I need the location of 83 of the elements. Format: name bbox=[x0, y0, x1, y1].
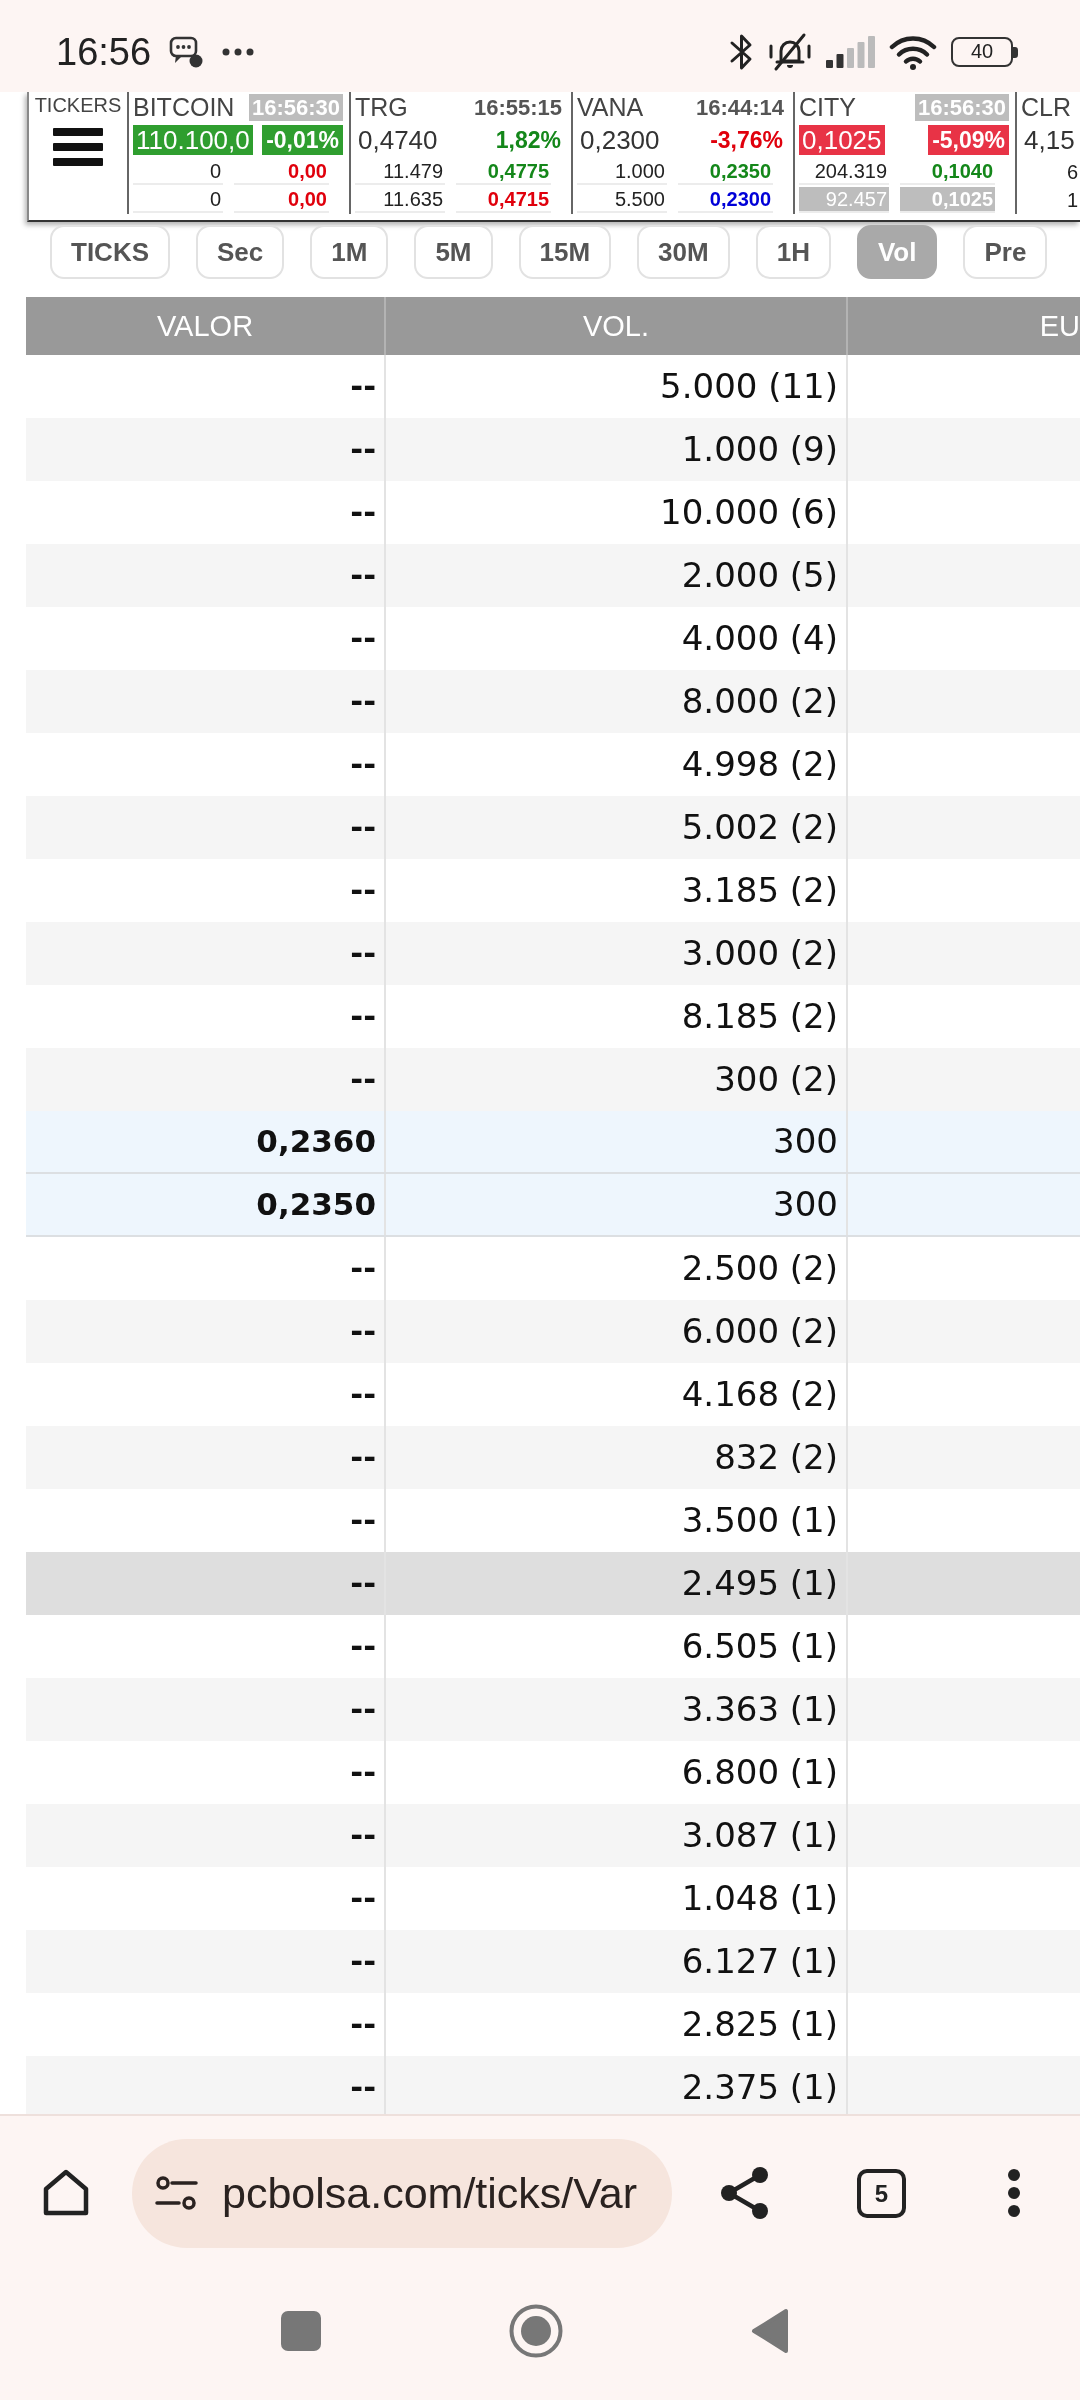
table-row[interactable]: -- 6.000 (2) bbox=[26, 1300, 1080, 1363]
ticker-name[interactable]: BITCOIN bbox=[133, 92, 235, 122]
interval-tab[interactable]: TICKS bbox=[50, 225, 170, 279]
table-row[interactable]: -- 2.375 (1) bbox=[26, 2056, 1080, 2114]
quote-price: 0,4775 bbox=[456, 159, 551, 185]
square-icon[interactable] bbox=[281, 2311, 321, 2351]
wifi-icon bbox=[889, 34, 937, 70]
price-change: -0,01% bbox=[262, 125, 343, 155]
table-row[interactable]: -- 3.000 (2) bbox=[26, 922, 1080, 985]
quote-volume: 6 bbox=[1065, 160, 1079, 184]
quote-price: 0,2300 bbox=[678, 187, 773, 213]
quote-volume: 0 bbox=[133, 187, 223, 213]
price-change: 1,82% bbox=[494, 126, 562, 155]
ticker-name[interactable]: CLR bbox=[1021, 92, 1071, 122]
last-price: 0,4740 bbox=[357, 125, 439, 155]
quote-volume: 5.500 bbox=[577, 187, 667, 213]
price-change: -5,09% bbox=[928, 125, 1009, 155]
interval-tab[interactable]: Sec bbox=[196, 225, 285, 279]
table-row[interactable]: -- 6.127 (1) bbox=[26, 1930, 1080, 1993]
sliders-icon[interactable] bbox=[155, 2175, 198, 2211]
clock-time: 16:56 bbox=[56, 33, 152, 71]
quote-volume: 1 bbox=[1065, 188, 1079, 212]
ticker-name[interactable]: TRG bbox=[355, 92, 408, 122]
table-row[interactable]: -- 8.000 (2) bbox=[26, 670, 1080, 733]
quote-volume: 92.457 bbox=[799, 187, 889, 213]
quote-price: 0,4715 bbox=[456, 187, 551, 213]
table-cell: 300 bbox=[386, 1174, 848, 1235]
ticker-name[interactable]: VANA bbox=[577, 92, 644, 122]
table-row[interactable]: 0,2350 300 bbox=[26, 1174, 1080, 1237]
update-time: 16:56:30 bbox=[914, 93, 1009, 121]
last-price: 0,1025 bbox=[799, 125, 885, 155]
quote-volume: 11.635 bbox=[355, 187, 445, 213]
price-change: -3,76% bbox=[709, 126, 784, 155]
table-row[interactable]: -- 5.002 (2) bbox=[26, 796, 1080, 859]
quote-price: 0,00 bbox=[234, 187, 329, 213]
tickers-label: TICKERS bbox=[34, 93, 122, 118]
circle-icon[interactable] bbox=[509, 2304, 563, 2358]
table-row[interactable]: -- 2.495 (1) bbox=[26, 1552, 1080, 1615]
home-icon[interactable] bbox=[41, 2168, 91, 2218]
quote-price: 0,1040 bbox=[900, 159, 995, 185]
table-row[interactable]: -- 3.087 (1) bbox=[26, 1804, 1080, 1867]
interval-tab[interactable]: 30M bbox=[637, 225, 730, 279]
bluetooth-icon bbox=[729, 32, 754, 72]
last-price: 4,15 bbox=[1023, 125, 1076, 155]
interval-tab[interactable]: 5M bbox=[414, 225, 493, 279]
table-row[interactable]: -- 3.363 (1) bbox=[26, 1678, 1080, 1741]
table-row[interactable]: 0,2360 300 bbox=[26, 1111, 1080, 1174]
table-cell: 300 bbox=[386, 1111, 848, 1172]
table-row[interactable]: -- 1.000 (9) bbox=[26, 418, 1080, 481]
share-icon[interactable] bbox=[720, 2166, 770, 2220]
table-row[interactable]: -- 2.000 (5) bbox=[26, 544, 1080, 607]
table-row[interactable]: -- 832 (2) bbox=[26, 1426, 1080, 1489]
tab-switcher-button[interactable]: 5 bbox=[857, 2168, 906, 2218]
more-dots-icon bbox=[222, 48, 255, 56]
quote-volume: 0 bbox=[133, 159, 223, 185]
table-cell: 0,2350 bbox=[26, 1174, 386, 1235]
quote-price: 0,2350 bbox=[678, 159, 773, 185]
back-icon[interactable] bbox=[751, 2308, 789, 2354]
update-time: 16:56:30 bbox=[248, 93, 343, 121]
last-price: 0,2300 bbox=[579, 125, 661, 155]
update-time: 16:55:15 bbox=[472, 93, 563, 121]
muted-bell-icon bbox=[768, 32, 812, 72]
more-options-icon[interactable] bbox=[1007, 2168, 1021, 2218]
table-row[interactable]: -- 300 (2) bbox=[26, 1048, 1080, 1111]
update-time: 16:44:14 bbox=[694, 93, 785, 121]
interval-tab[interactable]: 1M bbox=[310, 225, 389, 279]
quote-price: 0,1025 bbox=[900, 187, 995, 213]
quote-volume: 11.479 bbox=[355, 159, 445, 185]
ticker-name[interactable]: CITY bbox=[799, 92, 856, 122]
last-price: 110.100,0 bbox=[133, 125, 253, 155]
chat-bubble-icon bbox=[169, 36, 204, 68]
column-header: EU bbox=[1038, 309, 1080, 344]
quote-volume: 1.000 bbox=[577, 159, 667, 185]
interval-tab[interactable]: 15M bbox=[518, 225, 612, 279]
signal-icon bbox=[826, 36, 875, 68]
interval-tab[interactable]: 1H bbox=[755, 225, 831, 279]
table-cell: 0,2360 bbox=[26, 1111, 386, 1172]
address-bar[interactable]: pcbolsa.com/ticks/Var bbox=[132, 2138, 672, 2248]
interval-tab[interactable]: Pre bbox=[963, 225, 1048, 279]
quote-volume: 204.319 bbox=[799, 159, 889, 185]
quote-price: 0,00 bbox=[234, 159, 329, 185]
menu-icon[interactable] bbox=[53, 128, 103, 166]
battery-indicator: 40 bbox=[951, 37, 1018, 67]
